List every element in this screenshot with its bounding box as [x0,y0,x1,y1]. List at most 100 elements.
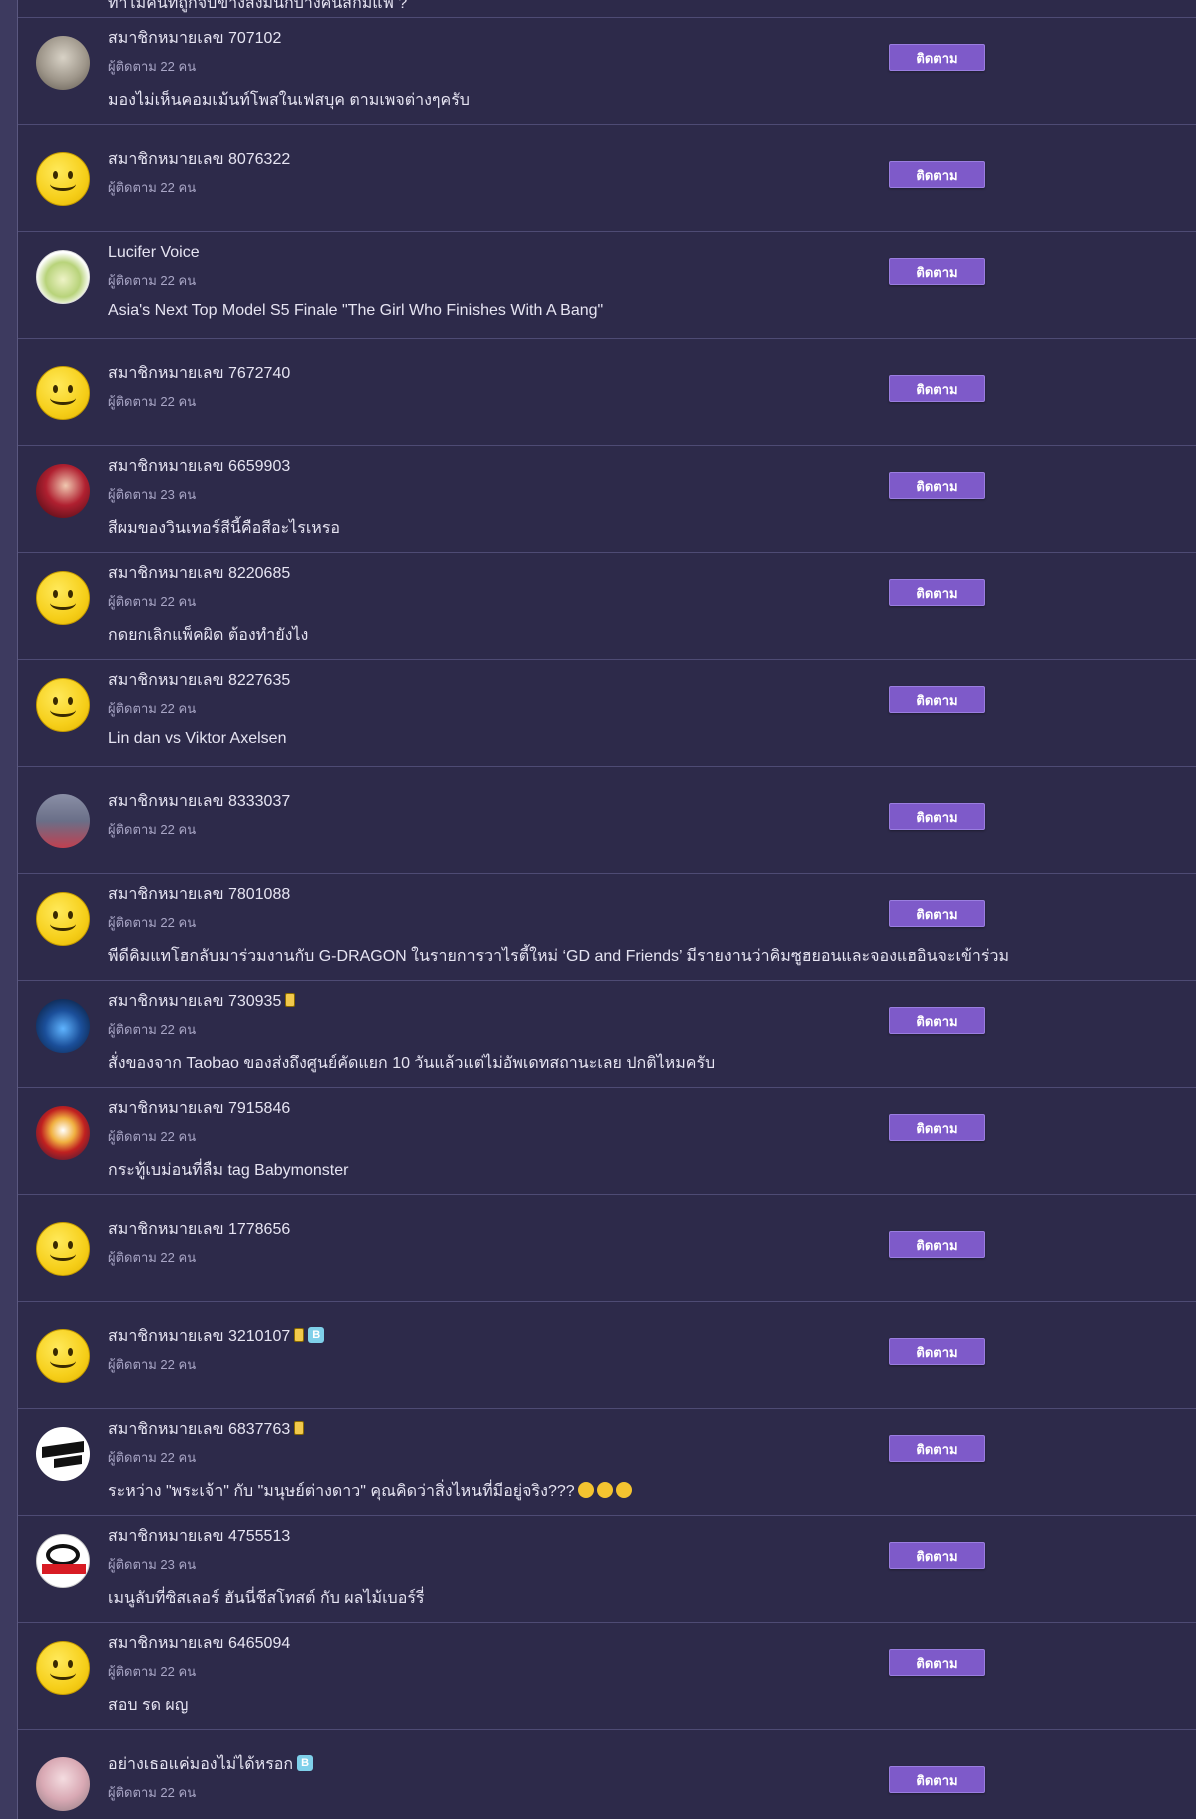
member-name-text[interactable]: สมาชิกหมายเลข 4755513 [108,1528,290,1545]
follow-button[interactable]: ติดตาม [889,686,985,713]
latest-topic-text[interactable]: ระหว่าง "พระเจ้า" กับ "มนุษย์ต่างดาว" คุ… [108,1483,575,1500]
member-name-text[interactable]: สมาชิกหมายเลข 7672740 [108,365,290,382]
member-name[interactable]: สมาชิกหมายเลข 4755513 [108,1527,290,1547]
avatar[interactable] [36,999,90,1053]
follow-button[interactable]: ติดตาม [889,1114,985,1141]
follow-button[interactable]: ติดตาม [889,161,985,188]
member-name[interactable]: Lucifer Voice [108,243,200,263]
member-name[interactable]: สมาชิกหมายเลข 8333037 [108,792,290,812]
left-border-strip [0,0,18,1819]
latest-topic-text[interactable]: Lin dan vs Viktor Axelsen [108,730,286,747]
member-name[interactable]: อย่างเธอแค่มองไม่ได้หรอก B [108,1754,314,1775]
phone-badge-icon [294,1420,305,1435]
follow-button[interactable]: ติดตาม [889,375,985,402]
partial-topic-text[interactable]: ทำไมคนที่ถูกจับข้างสิ่งมีนักบางคนสักมีแฟ… [108,0,407,16]
member-name-text[interactable]: อย่างเธอแค่มองไม่ได้หรอก [108,1756,293,1773]
member-name-text[interactable]: สมาชิกหมายเลข 730935 [108,993,281,1010]
default-smiley-avatar[interactable] [36,1641,90,1695]
latest-topic-text[interactable]: สีผมของวินเทอร์สีนี้คือสีอะไรเหรอ [108,520,340,537]
avatar[interactable] [36,464,90,518]
member-name-text[interactable]: สมาชิกหมายเลข 707102 [108,30,281,47]
member-name[interactable]: สมาชิกหมายเลข 8220685 [108,564,290,584]
follow-button[interactable]: ติดตาม [889,44,985,71]
latest-topic-link[interactable]: มองไม่เห็นคอมเม้นท์โพสในเฟสบุค ตามเพจต่า… [108,88,470,113]
avatar[interactable] [36,250,90,304]
follow-button[interactable]: ติดตาม [889,472,985,499]
latest-topic-text[interactable]: มองไม่เห็นคอมเม้นท์โพสในเฟสบุค ตามเพจต่า… [108,92,470,109]
avatar[interactable] [36,1427,90,1481]
member-name-text[interactable]: สมาชิกหมายเลข 8076322 [108,151,290,168]
default-smiley-avatar[interactable] [36,678,90,732]
member-list: ทำไมคนที่ถูกจับข้างสิ่งมีนักบางคนสักมีแฟ… [18,0,1196,1819]
member-name-text[interactable]: สมาชิกหมายเลข 3210107 [108,1328,290,1345]
latest-topic-text[interactable]: กดยกเลิกแพ็คผิด ต้องทำยังไง [108,627,308,644]
member-name-text[interactable]: Lucifer Voice [108,244,200,261]
member-name-text[interactable]: สมาชิกหมายเลข 8220685 [108,565,290,582]
member-name[interactable]: สมาชิกหมายเลข 3210107 B [108,1326,325,1347]
default-smiley-avatar[interactable] [36,366,90,420]
follow-button[interactable]: ติดตาม [889,1231,985,1258]
member-name-text[interactable]: สมาชิกหมายเลข 6837763 [108,1421,290,1438]
member-name[interactable]: สมาชิกหมายเลข 1778656 [108,1220,290,1240]
member-name[interactable]: สมาชิกหมายเลข 7801088 [108,885,290,905]
follow-button[interactable]: ติดตาม [889,1007,985,1034]
default-smiley-avatar[interactable] [36,152,90,206]
member-name-text[interactable]: สมาชิกหมายเลข 1778656 [108,1221,290,1238]
member-name[interactable]: สมาชิกหมายเลข 7672740 [108,364,290,384]
member-name-text[interactable]: สมาชิกหมายเลข 8227635 [108,672,290,689]
member-name[interactable]: สมาชิกหมายเลข 707102 [108,29,281,49]
member-name-text[interactable]: สมาชิกหมายเลข 7801088 [108,886,290,903]
latest-topic-link[interactable]: Lin dan vs Viktor Axelsen [108,730,286,748]
latest-topic-link[interactable]: สอบ รด ผญ [108,1693,188,1718]
latest-topic-link[interactable]: สีผมของวินเทอร์สีนี้คือสีอะไรเหรอ [108,516,340,541]
follow-button[interactable]: ติดตาม [889,900,985,927]
member-name[interactable]: สมาชิกหมายเลข 8076322 [108,150,290,170]
latest-topic-text[interactable]: สอบ รด ผญ [108,1697,188,1714]
list-item: สมาชิกหมายเลข 8227635 ผู้ติดตาม 22 คน Lin … [18,660,1196,767]
member-name[interactable]: สมาชิกหมายเลข 6837763 [108,1420,305,1440]
follow-button[interactable]: ติดตาม [889,579,985,606]
follow-button[interactable]: ติดตาม [889,1649,985,1676]
latest-topic-text[interactable]: เมนูลับที่ซิสเลอร์ ฮันนี่ชีสโทสต์ กับ ผล… [108,1590,425,1607]
default-smiley-avatar[interactable] [36,892,90,946]
member-name[interactable]: สมาชิกหมายเลข 6465094 [108,1634,290,1654]
default-smiley-avatar[interactable] [36,1329,90,1383]
member-name-text[interactable]: สมาชิกหมายเลข 8333037 [108,793,290,810]
avatar[interactable] [36,36,90,90]
list-item: สมาชิกหมายเลข 4755513 ผู้ติดตาม 23 คน เมนู… [18,1516,1196,1623]
default-smiley-avatar[interactable] [36,571,90,625]
member-name[interactable]: สมาชิกหมายเลข 730935 [108,992,296,1012]
list-item: สมาชิกหมายเลข 8076322 ผู้ติดตาม 22 คน ติดต… [18,125,1196,232]
avatar[interactable] [36,794,90,848]
avatar[interactable] [36,1534,90,1588]
member-name[interactable]: สมาชิกหมายเลข 7915846 [108,1099,290,1119]
default-smiley-avatar[interactable] [36,1222,90,1276]
follow-button[interactable]: ติดตาม [889,803,985,830]
avatar[interactable] [36,1106,90,1160]
latest-topic-link[interactable]: กระทู้เบม่อนที่ลืม tag Babymonster [108,1158,348,1183]
latest-topic-link[interactable]: กดยกเลิกแพ็คผิด ต้องทำยังไง [108,623,308,648]
member-name[interactable]: สมาชิกหมายเลข 6659903 [108,457,290,477]
follow-button[interactable]: ติดตาม [889,1766,985,1793]
follow-button[interactable]: ติดตาม [889,1542,985,1569]
latest-topic-link[interactable]: Asia's Next Top Model S5 Finale "The Gir… [108,302,603,320]
latest-topic-text[interactable]: พีดีคิมแทโฮกลับมาร่วมงานกับ G-DRAGON ในร… [108,948,1009,965]
latest-topic-link[interactable]: เมนูลับที่ซิสเลอร์ ฮันนี่ชีสโทสต์ กับ ผล… [108,1586,425,1611]
latest-topic-text[interactable]: Asia's Next Top Model S5 Finale "The Gir… [108,302,603,319]
list-item: สมาชิกหมายเลข 1778656 ผู้ติดตาม 22 คน ติดต… [18,1195,1196,1302]
follow-button[interactable]: ติดตาม [889,1338,985,1365]
latest-topic-link[interactable]: ระหว่าง "พระเจ้า" กับ "มนุษย์ต่างดาว" คุ… [108,1479,632,1504]
latest-topic-text[interactable]: สั่งของจาก Taobao ของส่งถึงศูนย์คัดแยก 1… [108,1055,715,1072]
latest-topic-link[interactable]: พีดีคิมแทโฮกลับมาร่วมงานกับ G-DRAGON ในร… [108,944,1009,969]
member-name[interactable]: สมาชิกหมายเลข 8227635 [108,671,290,691]
avatar[interactable] [36,1757,90,1811]
list-item: อย่างเธอแค่มองไม่ได้หรอก B ผู้ติดตาม 22 คน… [18,1730,1196,1819]
follow-button[interactable]: ติดตาม [889,258,985,285]
latest-topic-link[interactable]: สั่งของจาก Taobao ของส่งถึงศูนย์คัดแยก 1… [108,1051,715,1076]
latest-topic-text[interactable]: กระทู้เบม่อนที่ลืม tag Babymonster [108,1162,348,1179]
member-name-text[interactable]: สมาชิกหมายเลข 7915846 [108,1100,290,1117]
member-name-text[interactable]: สมาชิกหมายเลข 6465094 [108,1635,290,1652]
follow-button[interactable]: ติดตาม [889,1435,985,1462]
follow-list-page: ทำไมคนที่ถูกจับข้างสิ่งมีนักบางคนสักมีแฟ… [0,0,1196,1819]
member-name-text[interactable]: สมาชิกหมายเลข 6659903 [108,458,290,475]
